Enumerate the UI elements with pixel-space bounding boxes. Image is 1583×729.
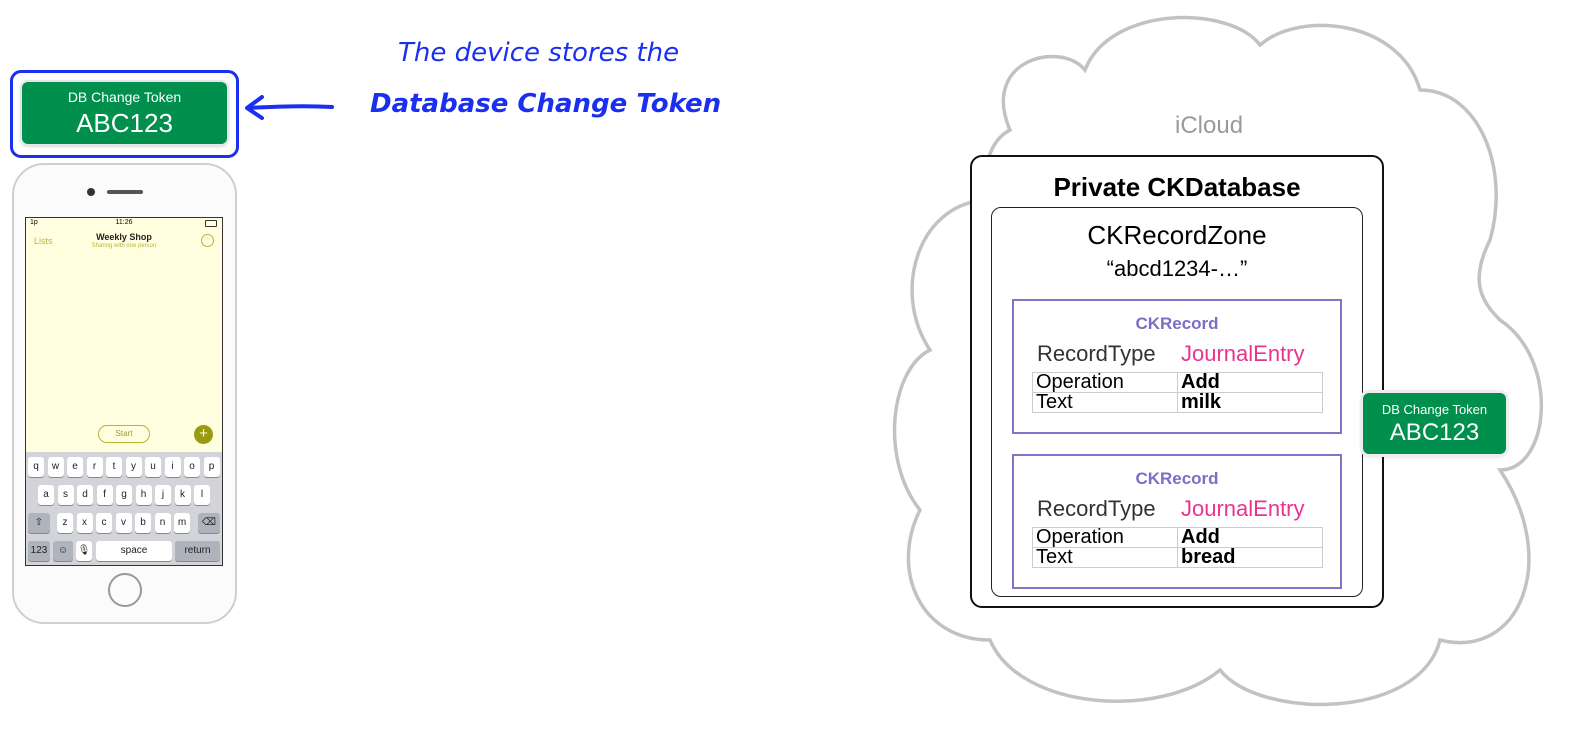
icloud-label: iCloud bbox=[1175, 112, 1244, 139]
record-type-label: RecordType bbox=[1037, 496, 1156, 521]
database-title: Private CKDatabase bbox=[1053, 172, 1301, 202]
token-label: DB Change Token bbox=[1381, 402, 1488, 417]
cloud-db-change-token: DB Change Token ABC123 bbox=[1363, 393, 1506, 454]
field-row: Operation Add bbox=[1032, 527, 1323, 548]
record-type-label: RecordType bbox=[1037, 341, 1156, 366]
field-value: milk bbox=[1177, 392, 1323, 413]
record-type-value: JournalEntry bbox=[1181, 496, 1305, 521]
field-row: Operation Add bbox=[1032, 372, 1323, 393]
field-row: Text bread bbox=[1032, 547, 1323, 568]
ck-record: CKRecord RecordType JournalEntry Operati… bbox=[1012, 299, 1342, 434]
private-database: Private CKDatabase CKRecordZone “abcd123… bbox=[970, 155, 1384, 608]
token-value: ABC123 bbox=[1389, 419, 1480, 446]
ck-record: CKRecord RecordType JournalEntry Operati… bbox=[1012, 454, 1342, 589]
record-fields-table: Operation Add Text milk bbox=[1032, 372, 1323, 413]
zone-title: CKRecordZone bbox=[1087, 220, 1267, 250]
field-value: Add bbox=[1177, 527, 1323, 548]
field-value: Add bbox=[1177, 372, 1323, 393]
record-fields-table: Operation Add Text bread bbox=[1032, 527, 1323, 568]
field-name: Text bbox=[1032, 547, 1178, 568]
field-name: Text bbox=[1032, 392, 1178, 413]
field-name: Operation bbox=[1032, 372, 1178, 393]
field-row: Text milk bbox=[1032, 392, 1323, 413]
field-value: bread bbox=[1177, 547, 1323, 568]
zone-name: “abcd1234-…” bbox=[1106, 256, 1248, 281]
field-name: Operation bbox=[1032, 527, 1178, 548]
record-title: CKRecord bbox=[1135, 469, 1219, 488]
record-zone: CKRecordZone “abcd1234-…” CKRecord Recor… bbox=[991, 207, 1363, 597]
record-title: CKRecord bbox=[1135, 314, 1219, 333]
record-type-value: JournalEntry bbox=[1181, 341, 1305, 366]
